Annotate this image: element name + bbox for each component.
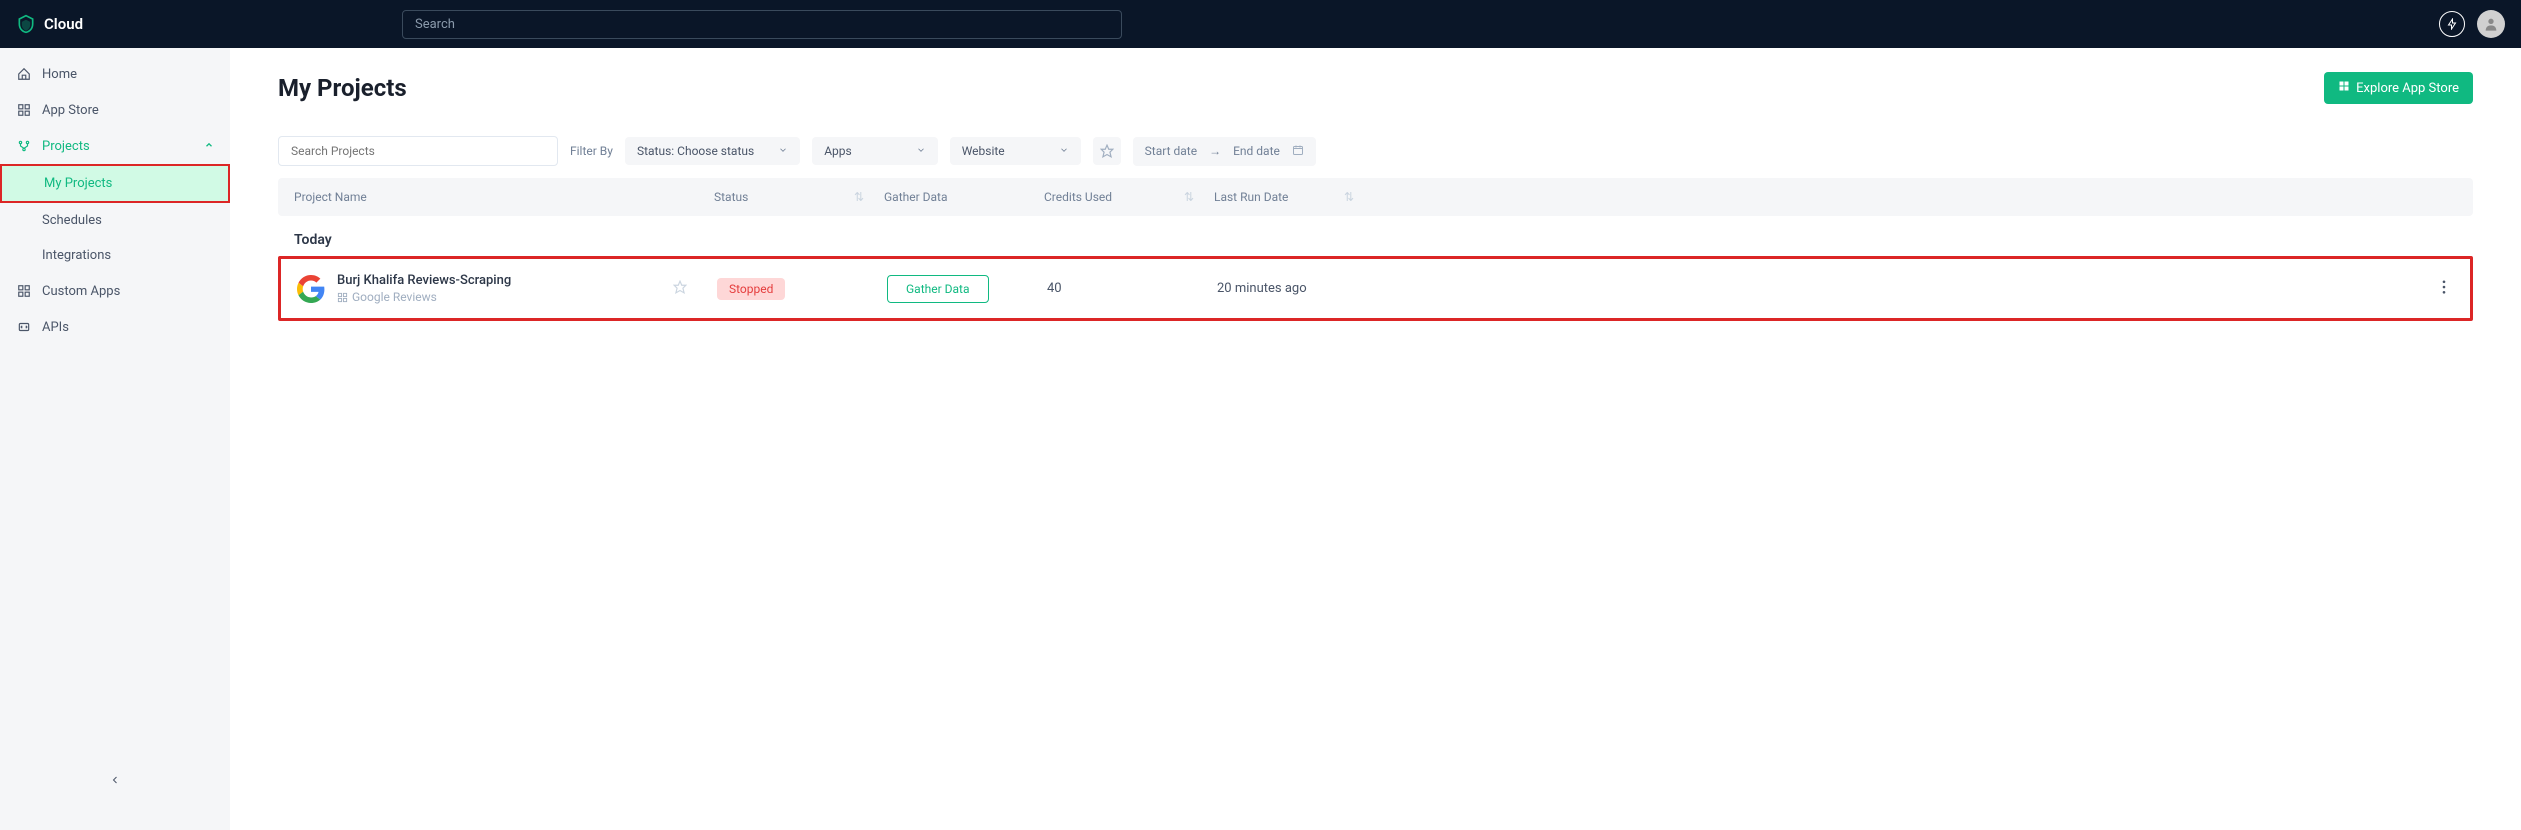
- explore-appstore-button[interactable]: Explore App Store: [2324, 72, 2473, 104]
- branches-icon: [16, 138, 32, 154]
- shield-icon: [16, 14, 36, 34]
- project-name-cell: Burj Khalifa Reviews-Scraping Google Rev…: [297, 273, 717, 304]
- status-badge: Stopped: [717, 278, 785, 300]
- chevron-down-icon: [778, 144, 788, 158]
- page-title: My Projects: [278, 74, 407, 102]
- end-date-label: End date: [1233, 144, 1280, 158]
- gather-data-button[interactable]: Gather Data: [887, 275, 989, 303]
- grid-icon: [16, 283, 32, 299]
- header-right: [2439, 10, 2505, 38]
- sidebar-subitem-schedules[interactable]: Schedules: [0, 203, 230, 238]
- sidebar-subitem-myprojects[interactable]: My Projects: [0, 164, 230, 203]
- page-header: My Projects Explore App Store: [278, 72, 2473, 104]
- home-icon: [16, 66, 32, 82]
- column-header-gather: Gather Data: [884, 190, 1044, 204]
- sort-icon: ⇅: [854, 190, 864, 204]
- main-content: My Projects Explore App Store Filter By …: [230, 48, 2521, 830]
- search-projects-input[interactable]: [278, 136, 558, 166]
- section-label-today: Today: [278, 216, 2473, 256]
- api-icon: [16, 319, 32, 335]
- apps-filter-select[interactable]: Apps: [812, 137, 938, 165]
- sidebar-item-label: Custom Apps: [42, 284, 120, 299]
- website-filter-select[interactable]: Website: [950, 137, 1081, 165]
- credits-cell: 40: [1047, 281, 1217, 296]
- search-wrap: [402, 10, 1122, 39]
- sidebar-item-appstore[interactable]: App Store: [0, 92, 230, 128]
- sidebar-subitem-label: Schedules: [42, 213, 102, 228]
- row-actions-button[interactable]: [2434, 279, 2454, 298]
- chevron-down-icon: [1059, 144, 1069, 158]
- sidebar-item-home[interactable]: Home: [0, 56, 230, 92]
- table-row[interactable]: Burj Khalifa Reviews-Scraping Google Rev…: [281, 259, 2470, 318]
- sidebar: Home App Store Projects My Projects Sche…: [0, 48, 230, 830]
- project-app: Google Reviews: [337, 290, 511, 304]
- avatar[interactable]: [2477, 10, 2505, 38]
- project-info: Burj Khalifa Reviews-Scraping Google Rev…: [337, 273, 511, 304]
- logo-section: Cloud: [16, 14, 216, 34]
- column-header-credits[interactable]: Credits Used ⇅: [1044, 190, 1214, 204]
- sidebar-item-label: Projects: [42, 139, 90, 154]
- sidebar-subitem-label: Integrations: [42, 248, 111, 263]
- google-icon: [297, 275, 325, 303]
- sidebar-item-label: Home: [42, 67, 77, 82]
- sort-icon: ⇅: [1184, 190, 1194, 204]
- collapse-sidebar-button[interactable]: [109, 771, 121, 790]
- select-label: Status: Choose status: [637, 144, 754, 158]
- date-range-filter[interactable]: Start date → End date: [1133, 137, 1316, 166]
- status-cell: Stopped: [717, 278, 887, 300]
- select-label: Apps: [824, 144, 852, 158]
- button-label: Explore App Store: [2356, 81, 2459, 96]
- sidebar-item-label: App Store: [42, 103, 99, 118]
- start-date-label: Start date: [1145, 144, 1197, 158]
- sidebar-item-label: APIs: [42, 320, 69, 335]
- column-header-lastrun[interactable]: Last Run Date ⇅: [1214, 190, 1374, 204]
- sidebar-item-customapps[interactable]: Custom Apps: [0, 273, 230, 309]
- sidebar-subitem-integrations[interactable]: Integrations: [0, 238, 230, 273]
- favorite-star-button[interactable]: [673, 279, 687, 298]
- sidebar-item-projects[interactable]: Projects: [0, 128, 230, 164]
- filters-row: Filter By Status: Choose status Apps Web…: [278, 136, 2473, 166]
- column-header-name: Project Name: [294, 190, 714, 204]
- arrow-right-icon: →: [1209, 144, 1221, 158]
- global-search-input[interactable]: [402, 10, 1122, 39]
- filterby-label: Filter By: [570, 144, 613, 158]
- column-header-status[interactable]: Status ⇅: [714, 190, 884, 204]
- star-filter-button[interactable]: [1093, 137, 1121, 165]
- lastrun-cell: 20 minutes ago: [1217, 281, 1377, 296]
- calendar-icon: [1292, 144, 1304, 159]
- top-header: Cloud: [0, 0, 2521, 48]
- table-header: Project Name Status ⇅ Gather Data Credit…: [278, 178, 2473, 216]
- sidebar-item-apis[interactable]: APIs: [0, 309, 230, 345]
- notification-icon[interactable]: [2439, 11, 2465, 37]
- project-row-highlight: Burj Khalifa Reviews-Scraping Google Rev…: [278, 256, 2473, 321]
- grid-icon: [16, 102, 32, 118]
- status-filter-select[interactable]: Status: Choose status: [625, 137, 800, 165]
- sidebar-subitem-label: My Projects: [44, 176, 112, 191]
- brand-name: Cloud: [44, 15, 83, 33]
- chevron-up-icon: [204, 139, 214, 154]
- select-label: Website: [962, 144, 1005, 158]
- chevron-down-icon: [916, 144, 926, 158]
- sort-icon: ⇅: [1344, 190, 1354, 204]
- grid-icon: [2338, 80, 2350, 96]
- project-name: Burj Khalifa Reviews-Scraping: [337, 273, 511, 288]
- gather-cell: Gather Data: [887, 275, 1047, 303]
